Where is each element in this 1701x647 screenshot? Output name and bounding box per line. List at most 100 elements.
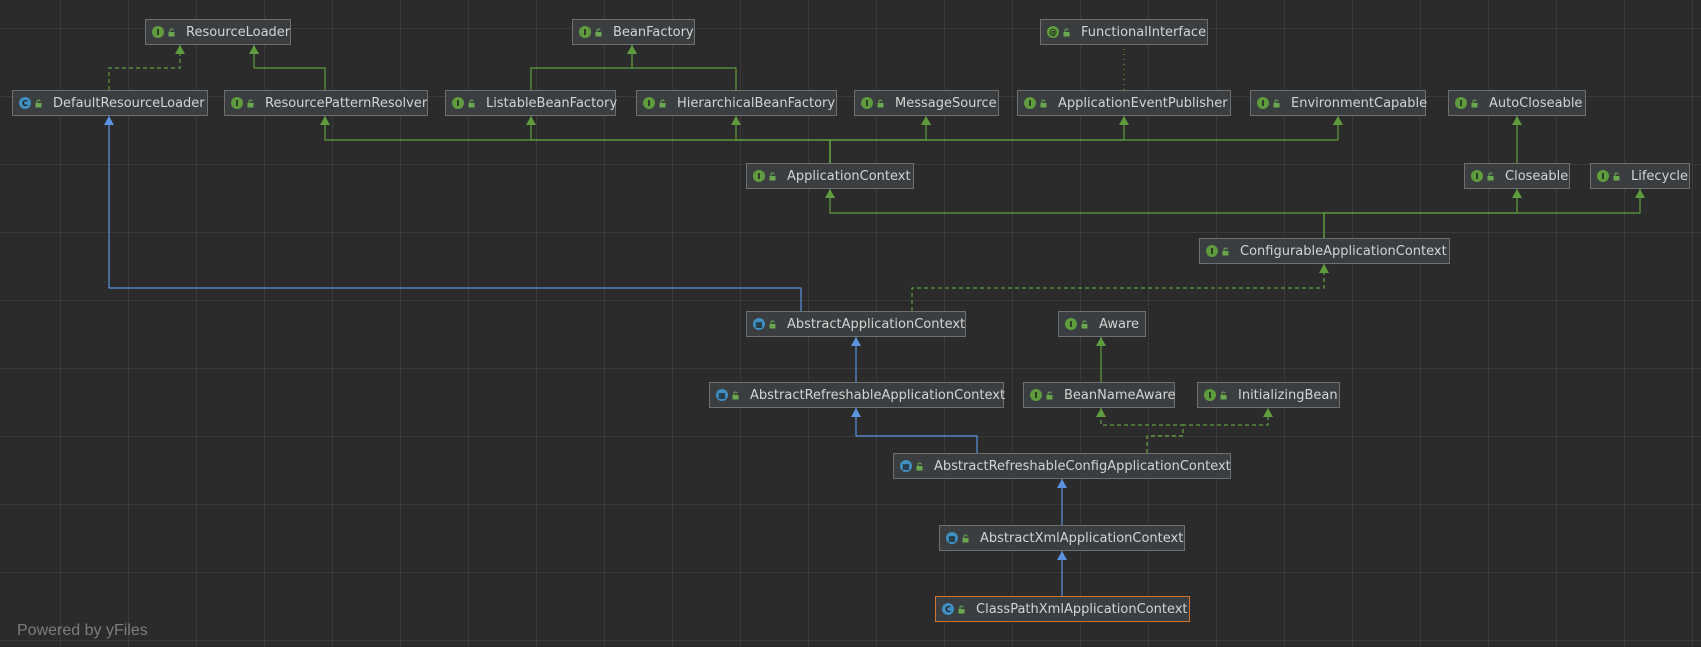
node-abstract-refreshable-application-context[interactable]: ▦ AbstractRefreshableApplicationContext — [709, 382, 1005, 408]
arrowhead — [1096, 408, 1106, 417]
interface-icon: I — [1065, 318, 1077, 330]
node-closeable[interactable]: I Closeable — [1464, 163, 1570, 189]
public-access-icon — [1471, 99, 1478, 107]
interface-icon: I — [643, 97, 655, 109]
public-access-icon — [769, 320, 776, 328]
arrowhead — [1057, 551, 1067, 560]
arrowhead — [1512, 189, 1522, 198]
edge-abstract-refreshable-config-application-context-to-abstract-refreshable-application-context — [851, 408, 978, 453]
arrowhead — [175, 45, 185, 54]
node-abstract-application-context[interactable]: ▦ AbstractApplicationContext — [746, 311, 966, 337]
public-access-icon — [1063, 28, 1070, 36]
public-access-icon — [168, 28, 175, 36]
public-access-icon — [468, 99, 475, 107]
node-class-path-xml-application-context[interactable]: C ClassPathXmlApplicationContext — [935, 596, 1190, 622]
edge-hierarchical-bean-factory-to-bean-factory — [627, 45, 737, 90]
node-abstract-refreshable-config-application-context[interactable]: ▦ AbstractRefreshableConfigApplicationCon… — [893, 453, 1231, 479]
public-access-icon — [958, 605, 965, 613]
arrowhead — [851, 337, 861, 346]
public-access-icon — [916, 462, 923, 470]
node-label: ApplicationContext — [787, 168, 911, 184]
node-label: BeanFactory — [613, 24, 694, 40]
node-listable-bean-factory[interactable]: I ListableBeanFactory — [445, 90, 617, 116]
public-access-icon — [1613, 172, 1620, 180]
arrowhead — [1119, 116, 1129, 125]
node-application-event-publisher[interactable]: I ApplicationEventPublisher — [1017, 90, 1231, 116]
annotation-icon: @ — [1047, 26, 1059, 38]
public-access-icon — [769, 172, 776, 180]
interface-icon: I — [861, 97, 873, 109]
node-functional-interface[interactable]: @ FunctionalInterface — [1040, 19, 1208, 45]
edge-application-context-to-hierarchical-bean-factory — [731, 116, 831, 163]
node-lifecycle[interactable]: I Lifecycle — [1590, 163, 1690, 189]
interface-icon: I — [1206, 245, 1218, 257]
edge-class-path-xml-application-context-to-abstract-xml-application-context — [1057, 551, 1067, 596]
interface-icon: I — [1471, 170, 1483, 182]
node-label: EnvironmentCapable — [1291, 95, 1428, 111]
node-configurable-application-context[interactable]: I ConfigurableApplicationContext — [1199, 238, 1450, 264]
edge-bean-name-aware-to-aware — [1096, 337, 1106, 382]
edge-abstract-refreshable-config-application-context-to-bean-name-aware — [1096, 408, 1184, 453]
arrowhead — [1319, 264, 1329, 273]
arrowhead — [526, 116, 536, 125]
node-abstract-xml-application-context[interactable]: ▦ AbstractXmlApplicationContext — [939, 525, 1185, 551]
edge-abstract-refreshable-application-context-to-abstract-application-context — [851, 337, 861, 382]
public-access-icon — [962, 534, 969, 542]
public-access-icon — [1487, 172, 1494, 180]
public-access-icon — [35, 99, 42, 107]
node-label: Lifecycle — [1631, 168, 1689, 184]
node-label: ClassPathXmlApplicationContext — [976, 601, 1188, 617]
arrowhead — [921, 116, 931, 125]
public-access-icon — [1273, 99, 1280, 107]
edge-abstract-application-context-to-default-resource-loader — [104, 116, 802, 311]
node-environment-capable[interactable]: I EnvironmentCapable — [1250, 90, 1428, 116]
node-label: AbstractRefreshableConfigApplicationCont… — [934, 458, 1231, 474]
interface-icon: I — [231, 97, 243, 109]
public-access-icon — [732, 391, 739, 399]
node-bean-factory[interactable]: I BeanFactory — [572, 19, 695, 45]
public-access-icon — [595, 28, 602, 36]
node-aware[interactable]: I Aware — [1058, 311, 1146, 337]
node-label: MessageSource — [895, 95, 997, 111]
edge-abstract-application-context-to-configurable-application-context — [911, 264, 1329, 311]
public-access-icon — [1222, 247, 1229, 255]
node-label: ResourcePatternResolver — [265, 95, 428, 111]
edge-closeable-to-auto-closeable — [1512, 116, 1522, 163]
interface-icon: I — [1024, 97, 1036, 109]
node-application-context[interactable]: I ApplicationContext — [746, 163, 914, 189]
node-label: DefaultResourceLoader — [53, 95, 205, 111]
node-label: ConfigurableApplicationContext — [1240, 243, 1447, 259]
arrowhead — [104, 116, 114, 125]
node-label: AbstractApplicationContext — [787, 316, 966, 332]
arrowhead — [731, 116, 741, 125]
node-hierarchical-bean-factory[interactable]: I HierarchicalBeanFactory — [636, 90, 837, 116]
arrowhead — [1263, 408, 1273, 417]
edge-abstract-xml-application-context-to-abstract-refreshable-config-application-context — [1057, 479, 1067, 525]
node-resource-loader[interactable]: I ResourceLoader — [145, 19, 291, 45]
edge-default-resource-loader-to-resource-loader — [108, 45, 185, 90]
node-message-source[interactable]: I MessageSource — [854, 90, 999, 116]
node-label: AutoCloseable — [1489, 95, 1583, 111]
abstract-icon: ▦ — [946, 532, 958, 544]
arrowhead — [1096, 337, 1106, 346]
public-access-icon — [659, 99, 666, 107]
public-access-icon — [247, 99, 254, 107]
node-bean-name-aware[interactable]: I BeanNameAware — [1023, 382, 1176, 408]
edge-configurable-application-context-to-lifecycle — [1323, 189, 1645, 238]
public-access-icon — [1220, 391, 1227, 399]
node-default-resource-loader[interactable]: C DefaultResourceLoader — [12, 90, 208, 116]
edge-configurable-application-context-to-application-context — [825, 189, 1325, 238]
interface-icon: I — [579, 26, 591, 38]
node-label: BeanNameAware — [1064, 387, 1176, 403]
node-label: AbstractXmlApplicationContext — [980, 530, 1184, 546]
arrowhead — [851, 408, 861, 417]
edge-resource-pattern-resolver-to-resource-loader — [249, 45, 326, 90]
node-initializing-bean[interactable]: I InitializingBean — [1197, 382, 1340, 408]
interface-icon: I — [152, 26, 164, 38]
edge-listable-bean-factory-to-bean-factory — [530, 45, 637, 90]
public-access-icon — [1040, 99, 1047, 107]
node-label: ApplicationEventPublisher — [1058, 95, 1228, 111]
node-auto-closeable[interactable]: I AutoCloseable — [1448, 90, 1586, 116]
public-access-icon — [1046, 391, 1053, 399]
node-resource-pattern-resolver[interactable]: I ResourcePatternResolver — [224, 90, 428, 116]
